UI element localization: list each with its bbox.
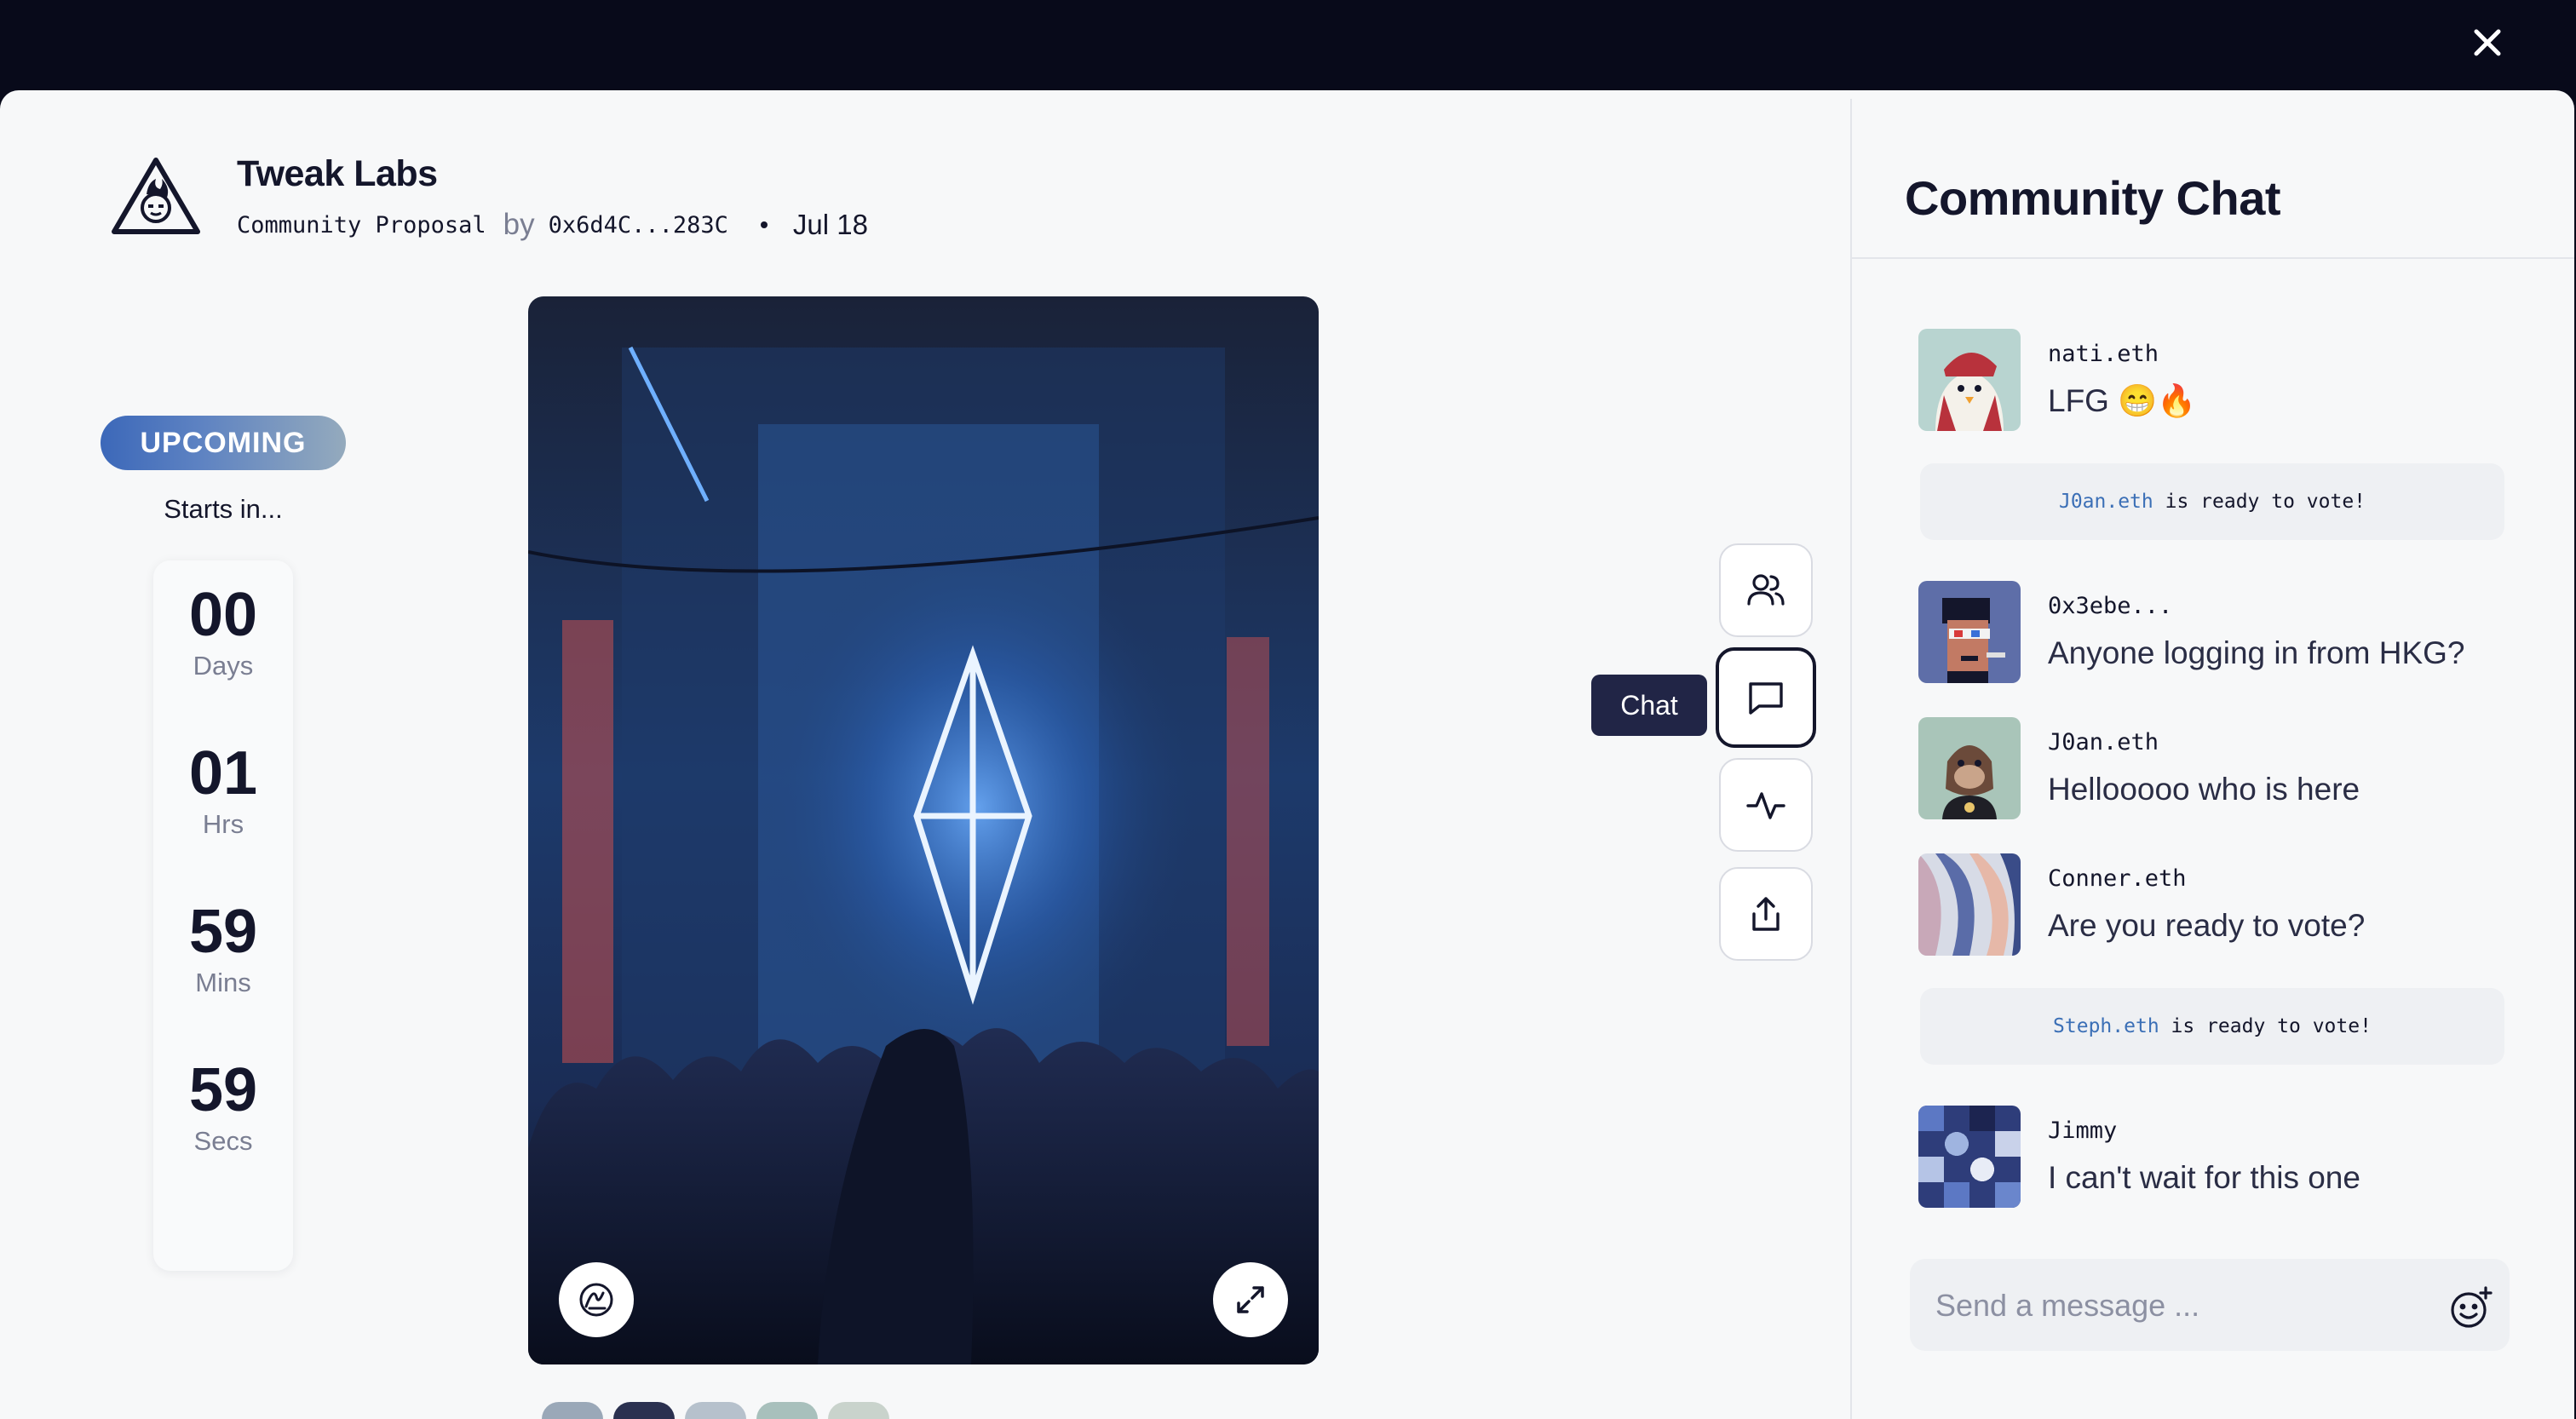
author-address[interactable]: 0x6d4C...283C	[549, 212, 728, 238]
chat-tooltip: Chat	[1591, 675, 1707, 736]
message-text: I can't wait for this one	[2048, 1160, 2360, 1195]
share-icon	[1752, 897, 1780, 931]
members-button[interactable]	[1719, 543, 1813, 637]
countdown-timer: 00 Days 01 Hrs 59 Mins 59 Secs	[153, 560, 293, 1271]
message-composer	[1910, 1259, 2510, 1351]
countdown-minutes: 59 Mins	[153, 899, 293, 1000]
expand-button[interactable]	[1213, 1262, 1288, 1337]
thumbnail[interactable]	[685, 1402, 746, 1419]
system-message: J0an.eth is ready to vote!	[1920, 463, 2504, 540]
thumbnail[interactable]	[613, 1402, 675, 1419]
countdown-value: 00	[188, 581, 258, 649]
system-message-text: is ready to vote!	[2171, 1015, 2372, 1037]
system-message: Steph.eth is ready to vote!	[1920, 988, 2504, 1065]
proposal-meta: Community Proposal by 0x6d4C...283C Jul …	[237, 208, 868, 242]
thumbnail[interactable]	[542, 1402, 603, 1419]
countdown-label: Mins	[195, 968, 251, 997]
org-name[interactable]: Tweak Labs	[237, 153, 438, 195]
penguin-avatar[interactable]	[1918, 329, 2021, 431]
starts-label: Starts in...	[164, 494, 283, 524]
message-input[interactable]	[1934, 1278, 2431, 1334]
countdown-days: 00 Days	[153, 583, 293, 683]
by-label: by	[503, 208, 535, 241]
proposal-date: Jul 18	[792, 209, 868, 240]
chat-title: Community Chat	[1905, 171, 2281, 225]
countdown-value: 59	[188, 898, 258, 966]
thumbnail-strip	[542, 1402, 889, 1419]
chat-button[interactable]	[1716, 647, 1816, 748]
message-username[interactable]: Jimmy	[2048, 1117, 2117, 1144]
message-username[interactable]: 0x3ebe...	[2048, 593, 2172, 619]
divider	[1852, 257, 2574, 259]
countdown-value: 59	[188, 1056, 258, 1124]
message-text: Anyone logging in from HKG?	[2048, 635, 2465, 670]
countdown-seconds: 59 Secs	[153, 1058, 293, 1158]
status-badge: UPCOMING	[101, 416, 346, 470]
neon-concert-scene	[528, 296, 1319, 1364]
message-text: Are you ready to vote?	[2048, 908, 2366, 943]
message-username[interactable]: J0an.eth	[2048, 729, 2159, 755]
message-text: Hellooooo who is here	[2048, 772, 2360, 807]
system-message-user[interactable]: J0an.eth	[2059, 491, 2153, 513]
separator-dot	[760, 221, 768, 228]
proposal-modal: Tweak Labs Community Proposal by 0x6d4C.…	[0, 90, 2574, 1419]
abstract-avatar[interactable]	[1918, 853, 2021, 956]
countdown-value: 01	[188, 739, 258, 807]
punk-avatar[interactable]	[1918, 581, 2021, 683]
message-username[interactable]: nati.eth	[2048, 341, 2159, 367]
close-icon	[2474, 29, 2501, 56]
signature-icon	[579, 1283, 613, 1317]
chat-icon	[1749, 682, 1783, 715]
activity-button[interactable]	[1719, 758, 1813, 852]
countdown-label: Secs	[193, 1126, 253, 1156]
proposal-image	[528, 296, 1319, 1364]
message-text: LFG 😁🔥	[2048, 383, 2197, 418]
members-icon	[1747, 574, 1785, 606]
thumbnail[interactable]	[756, 1402, 818, 1419]
thumbnail[interactable]	[828, 1402, 889, 1419]
countdown-label: Days	[193, 651, 254, 681]
ape-avatar[interactable]	[1918, 717, 2021, 819]
system-message-text: is ready to vote!	[2165, 491, 2366, 513]
activity-icon	[1746, 792, 1785, 819]
tweak-labs-logo	[112, 158, 200, 234]
countdown-hours: 01 Hrs	[153, 741, 293, 842]
system-message-user[interactable]: Steph.eth	[2053, 1015, 2159, 1037]
geometric-avatar[interactable]	[1918, 1106, 2021, 1208]
chat-panel: Community Chat nati.eth LFG 😁🔥 J0an.eth …	[1850, 99, 2574, 1419]
proposal-type: Community Proposal	[237, 211, 486, 238]
expand-icon	[1237, 1286, 1264, 1313]
add-emoji-icon[interactable]	[2448, 1284, 2494, 1330]
close-button[interactable]	[2464, 19, 2511, 66]
share-button[interactable]	[1719, 867, 1813, 961]
countdown-label: Hrs	[202, 809, 244, 839]
message-username[interactable]: Conner.eth	[2048, 865, 2187, 892]
sign-in-button[interactable]	[559, 1262, 634, 1337]
